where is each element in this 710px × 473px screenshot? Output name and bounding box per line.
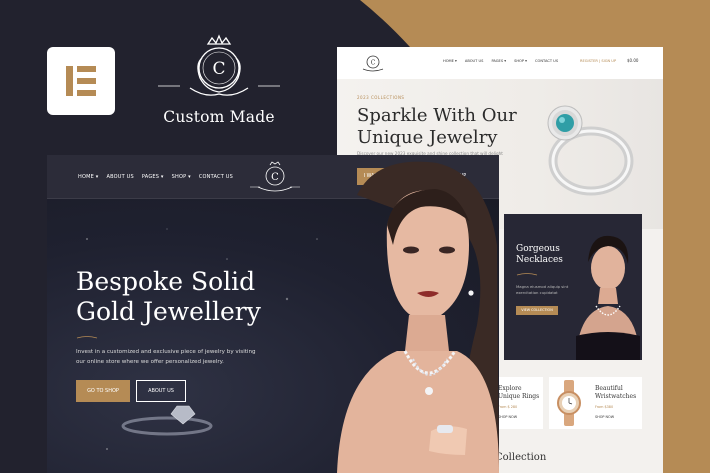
- nav-home[interactable]: HOME ▾: [78, 174, 98, 180]
- go-to-shop-button[interactable]: GO TO SHOP: [76, 380, 130, 402]
- elementor-badge: [47, 47, 115, 115]
- dark-theme-preview: HOME ▾ ABOUT US PAGES ▾ SHOP ▾ CONTACT U…: [47, 155, 499, 473]
- view-collection-button[interactable]: VIEW COLLECTION: [516, 306, 558, 315]
- nav-about[interactable]: ABOUT US: [465, 59, 484, 63]
- nav-shop[interactable]: SHOP ▾: [172, 174, 191, 180]
- brand-name: Custom Made: [163, 108, 275, 126]
- ring-image: [547, 105, 634, 196]
- elementor-logo-icon: [66, 66, 73, 96]
- about-us-button[interactable]: ABOUT US: [136, 380, 186, 402]
- dark-logo-icon[interactable]: C: [248, 159, 302, 195]
- brand-logo: C Custom Made: [150, 28, 288, 128]
- dark-nav-menu: HOME ▾ ABOUT US PAGES ▾ SHOP ▾ CONTACT U…: [78, 174, 233, 180]
- watches-card[interactable]: Beautiful Wristwatches From $380 SHOP NO…: [549, 377, 642, 429]
- hero-eyebrow: 2023 COLLECTIONS: [357, 95, 405, 100]
- nav-home[interactable]: HOME ▾: [443, 59, 457, 63]
- nav-shop[interactable]: SHOP ▾: [514, 59, 527, 63]
- watch-image: [557, 380, 581, 426]
- nav-about[interactable]: ABOUT US: [106, 174, 133, 180]
- svg-text:C: C: [212, 59, 225, 79]
- crest-icon: C: [158, 34, 280, 96]
- model-portrait-image: [337, 161, 499, 473]
- hero-intro: Invest in a customized and exclusive pie…: [76, 349, 256, 365]
- necklace-text: Magna eiusmod aliquip sint exercitation …: [516, 284, 569, 295]
- divider-icon: [516, 273, 538, 276]
- collection-heading: Collection: [495, 452, 547, 463]
- light-logo-icon[interactable]: C: [359, 53, 387, 73]
- nav-contact[interactable]: CONTACT US: [199, 174, 233, 180]
- light-nav-menu: HOME ▾ ABOUT US PAGES ▾ SHOP ▾ CONTACT U…: [443, 59, 558, 63]
- cart-total[interactable]: $0.00: [627, 58, 638, 63]
- necklace-card: Gorgeous Necklaces Magna eiusmod aliquip…: [504, 214, 642, 360]
- nav-contact[interactable]: CONTACT US: [535, 59, 558, 63]
- hero-title: Bespoke Solid Gold Jewellery: [76, 267, 261, 326]
- nav-pages[interactable]: PAGES ▾: [491, 59, 506, 63]
- svg-text:C: C: [271, 172, 279, 183]
- light-navbar: C HOME ▾ ABOUT US PAGES ▾ SHOP ▾ CONTACT…: [337, 47, 663, 79]
- svg-text:C: C: [371, 60, 376, 67]
- rings-card[interactable]: Explore Unique Rings From $ 280 SHOP NOW: [495, 377, 543, 429]
- divider-icon: [76, 336, 98, 339]
- register-link[interactable]: REGISTER | SIGN UP: [580, 59, 616, 63]
- nav-pages[interactable]: PAGES ▾: [142, 174, 164, 180]
- necklace-title: Gorgeous Necklaces: [516, 244, 563, 265]
- necklace-model-image: [576, 235, 640, 360]
- dark-hero: Bespoke Solid Gold Jewellery Invest in a…: [47, 161, 499, 473]
- hero-title: Sparkle With Our Unique Jewelry: [357, 105, 517, 148]
